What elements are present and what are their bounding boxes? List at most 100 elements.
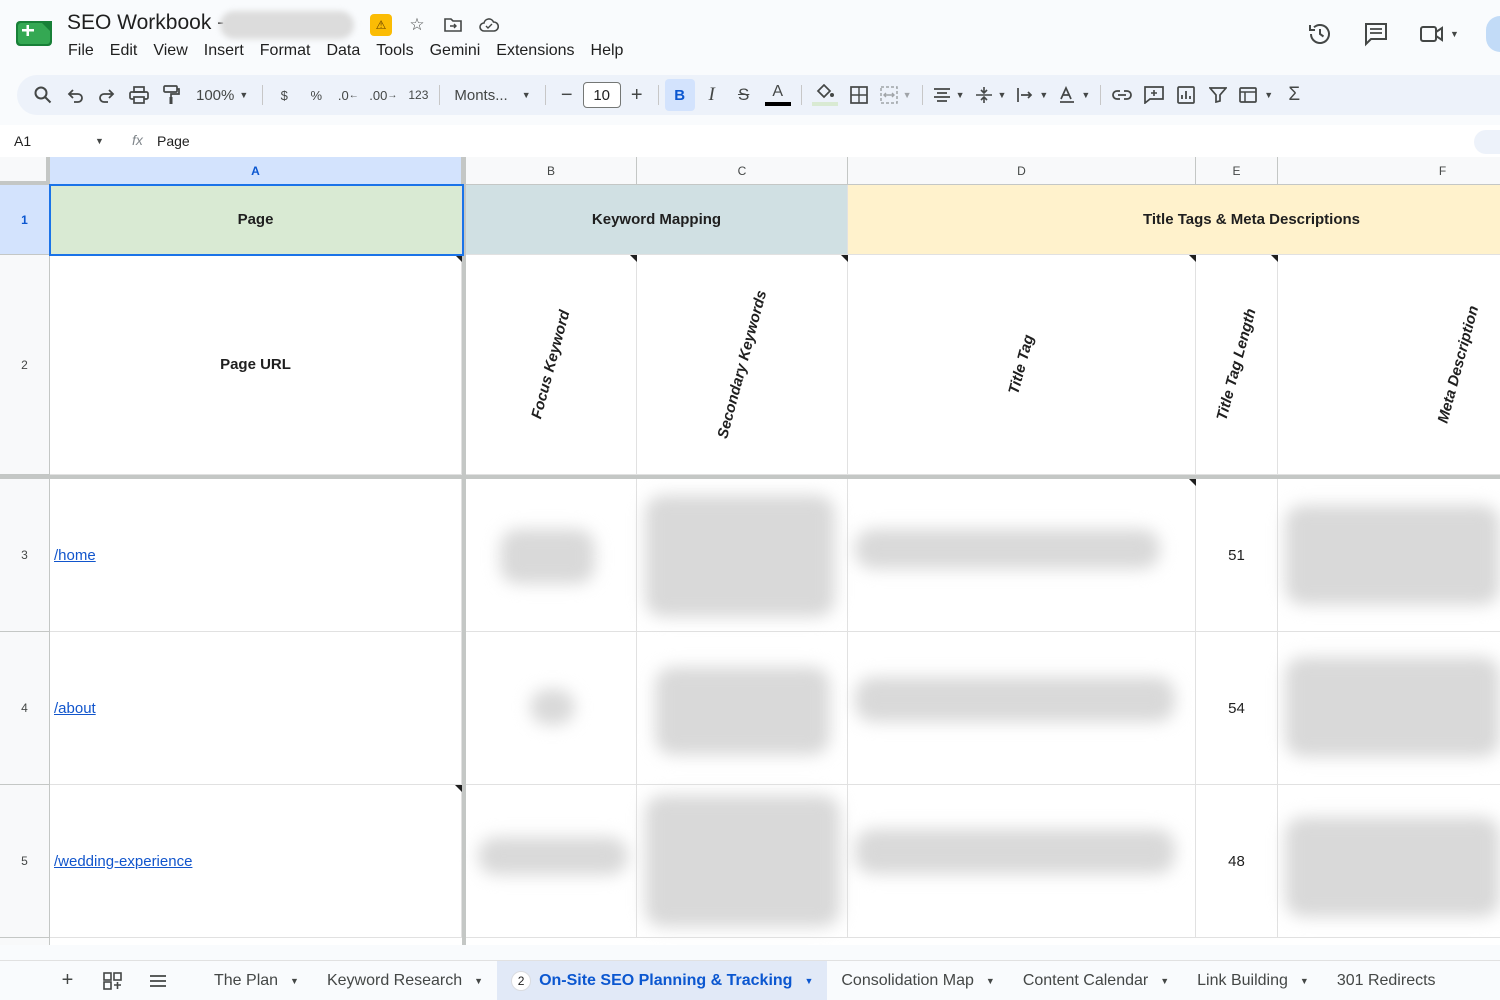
italic-button[interactable]: I <box>697 79 727 111</box>
sheet-tab-consolidation-map[interactable]: Consolidation Map ▼ <box>827 961 1008 1000</box>
column-header-f[interactable]: F <box>1278 157 1500 185</box>
menu-help[interactable]: Help <box>583 40 632 62</box>
menu-gemini[interactable]: Gemini <box>422 40 489 62</box>
cell-e3[interactable]: 51 <box>1196 479 1278 632</box>
chevron-down-icon[interactable]: ▼ <box>804 976 813 986</box>
cell-c2[interactable]: Secondary Keywords <box>637 255 848 475</box>
formula-input[interactable]: Page <box>157 133 190 149</box>
menu-tools[interactable]: Tools <box>368 40 421 62</box>
vertical-align-icon[interactable]: ▼ <box>971 79 1011 111</box>
filter-views-icon[interactable]: ▼ <box>1235 79 1277 111</box>
frozen-rows-divider[interactable] <box>0 475 1500 479</box>
row-header-5[interactable]: 5 <box>0 785 50 938</box>
font-size-input[interactable]: 10 <box>582 82 621 108</box>
title-meta-header[interactable]: Title Tags & Meta Descriptions <box>848 185 1500 255</box>
zoom-select[interactable]: 100% ▼ <box>188 79 256 111</box>
add-sheet-button[interactable]: + <box>45 961 90 1000</box>
chevron-down-icon[interactable]: ▼ <box>474 976 483 986</box>
offline-warning-icon[interactable]: ⚠ <box>370 14 392 36</box>
sheets-logo-icon[interactable] <box>15 18 53 48</box>
column-header-e[interactable]: E <box>1196 157 1278 185</box>
document-title[interactable]: SEO Workbook - <box>67 11 224 35</box>
chevron-down-icon[interactable]: ▼ <box>1300 976 1309 986</box>
print-icon[interactable] <box>124 79 154 111</box>
sheet-tab-keyword-research[interactable]: Keyword Research ▼ <box>313 961 497 1000</box>
undo-icon[interactable] <box>60 79 90 111</box>
page-url-link[interactable]: /home <box>50 547 96 564</box>
meet-video-icon[interactable]: ▼ <box>1416 18 1462 50</box>
cell-d2[interactable]: Title Tag <box>848 255 1196 475</box>
all-sheets-menu-icon[interactable] <box>135 961 180 1000</box>
chevron-down-icon[interactable]: ▼ <box>95 136 104 146</box>
chevron-down-icon[interactable]: ▼ <box>986 976 995 986</box>
font-select[interactable]: Monts... ▼ <box>446 79 538 111</box>
redo-icon[interactable] <box>92 79 122 111</box>
keyword-mapping-header[interactable]: Keyword Mapping <box>466 185 848 255</box>
sheet-tab-the-plan[interactable]: The Plan ▼ <box>200 961 313 1000</box>
menu-extensions[interactable]: Extensions <box>488 40 582 62</box>
column-header-b[interactable]: B <box>466 157 637 185</box>
sheet-list-icon[interactable] <box>90 961 135 1000</box>
fill-color-icon[interactable] <box>808 79 842 111</box>
paint-format-icon[interactable] <box>156 79 186 111</box>
increase-font-size-button[interactable]: + <box>622 79 652 111</box>
menu-format[interactable]: Format <box>252 40 319 62</box>
move-folder-icon[interactable] <box>442 14 464 36</box>
column-header-a[interactable]: A <box>50 157 462 185</box>
sheet-tab-content-calendar[interactable]: Content Calendar ▼ <box>1009 961 1183 1000</box>
percent-format-button[interactable]: % <box>301 79 331 111</box>
cell-a5[interactable]: /wedding-experience <box>50 785 462 938</box>
sheet-tab-link-building[interactable]: Link Building ▼ <box>1183 961 1323 1000</box>
menu-view[interactable]: View <box>145 40 195 62</box>
row-header-1[interactable]: 1 <box>0 185 50 255</box>
insert-chart-icon[interactable] <box>1171 79 1201 111</box>
column-header-d[interactable]: D <box>848 157 1196 185</box>
page-url-link[interactable]: /about <box>50 700 96 717</box>
name-box[interactable]: A1 <box>14 133 31 149</box>
menu-file[interactable]: File <box>60 40 102 62</box>
bold-button[interactable]: B <box>664 79 695 111</box>
column-header-c[interactable]: C <box>637 157 848 185</box>
number-format-button[interactable]: 123 <box>403 79 433 111</box>
cell-a1[interactable]: Page <box>50 185 462 255</box>
comments-icon[interactable] <box>1360 18 1392 50</box>
text-color-button[interactable]: A <box>761 79 795 111</box>
version-history-icon[interactable] <box>1304 18 1336 50</box>
menu-edit[interactable]: Edit <box>102 40 146 62</box>
strikethrough-button[interactable]: S <box>729 79 759 111</box>
cell-a2[interactable]: Page URL <box>50 255 462 475</box>
text-rotation-icon[interactable]: ▼ <box>1054 79 1094 111</box>
chevron-down-icon[interactable]: ▼ <box>1160 976 1169 986</box>
borders-icon[interactable] <box>844 79 874 111</box>
cell-e5[interactable]: 48 <box>1196 785 1278 938</box>
expand-formula-button[interactable] <box>1474 130 1500 154</box>
row-header-6[interactable] <box>0 938 50 945</box>
spreadsheet-grid[interactable]: A B C D E F 1 2 3 4 5 Page Keyword Mappi… <box>0 157 1500 945</box>
text-wrapping-icon[interactable]: ▼ <box>1012 79 1052 111</box>
star-icon[interactable]: ☆ <box>406 14 428 36</box>
cell-a3[interactable]: /home <box>50 479 462 632</box>
row-header-3[interactable]: 3 <box>0 479 50 632</box>
cell-a4[interactable]: /about <box>50 632 462 785</box>
functions-button[interactable]: Σ <box>1279 79 1309 111</box>
page-url-link[interactable]: /wedding-experience <box>50 853 192 870</box>
filter-icon[interactable] <box>1203 79 1233 111</box>
decrease-font-size-button[interactable]: − <box>552 79 582 111</box>
cell-b2[interactable]: Focus Keyword <box>466 255 637 475</box>
insert-comment-icon[interactable] <box>1139 79 1169 111</box>
frozen-columns-divider[interactable] <box>462 157 466 945</box>
sheet-tab-on-site-seo[interactable]: 2 On-Site SEO Planning & Tracking ▼ <box>497 960 828 1000</box>
row-header-4[interactable]: 4 <box>0 632 50 785</box>
cell-e4[interactable]: 54 <box>1196 632 1278 785</box>
merge-cells-icon[interactable]: ▼ <box>876 79 916 111</box>
cell-e2[interactable]: Title Tag Length <box>1196 255 1278 475</box>
chevron-down-icon[interactable]: ▼ <box>290 976 299 986</box>
increase-decimal-button[interactable]: .00 → <box>365 79 401 111</box>
account-avatar[interactable] <box>1486 16 1500 52</box>
horizontal-align-icon[interactable]: ▼ <box>929 79 969 111</box>
menu-data[interactable]: Data <box>318 40 368 62</box>
decrease-decimal-button[interactable]: .0 ← <box>333 79 363 111</box>
currency-format-button[interactable]: $ <box>269 79 299 111</box>
menu-insert[interactable]: Insert <box>196 40 252 62</box>
search-menus-icon[interactable] <box>28 79 58 111</box>
